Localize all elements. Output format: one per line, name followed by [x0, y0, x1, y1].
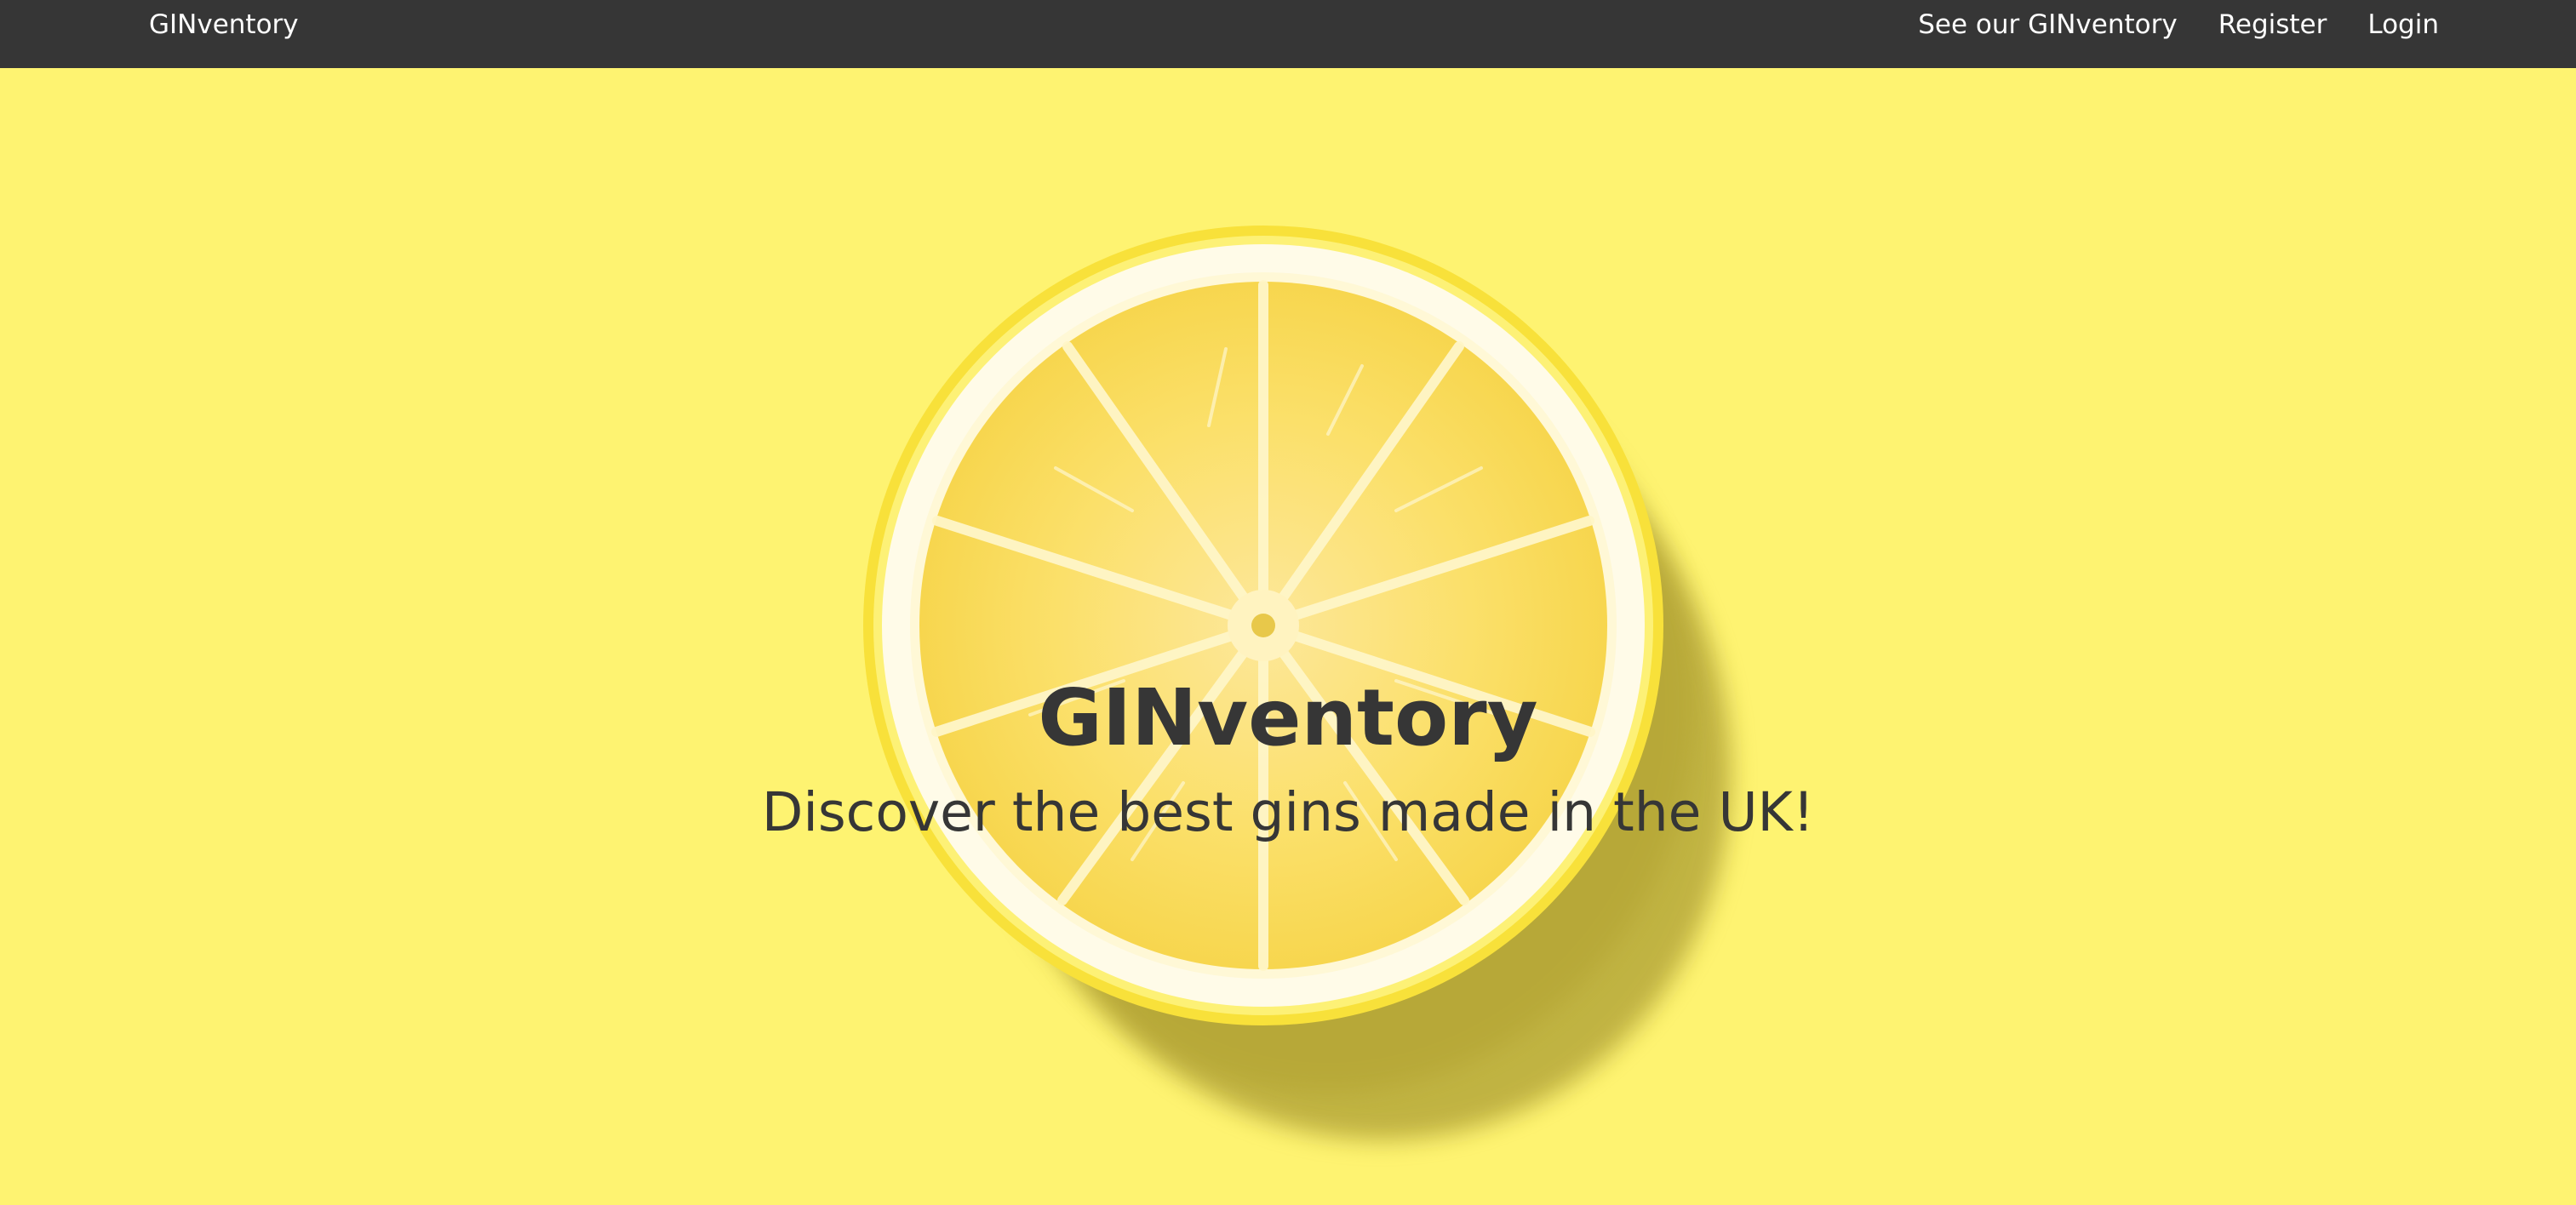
nav-link-register[interactable]: Register	[2218, 0, 2327, 49]
brand-link[interactable]: GINventory	[149, 0, 299, 49]
hero-subtitle: Discover the best gins made in the UK!	[761, 781, 1815, 843]
nav-links: See our GINventory Register Login	[1918, 0, 2439, 49]
hero-section: GINventory Discover the best gins made i…	[0, 68, 2576, 1205]
nav-link-see-our-ginventory[interactable]: See our GINventory	[1918, 0, 2178, 49]
nav-link-login[interactable]: Login	[2367, 0, 2439, 49]
hero-title: GINventory	[1038, 672, 1538, 763]
top-navbar: GINventory See our GINventory Register L…	[0, 0, 2576, 68]
lemon-slice-image	[863, 226, 1732, 1140]
